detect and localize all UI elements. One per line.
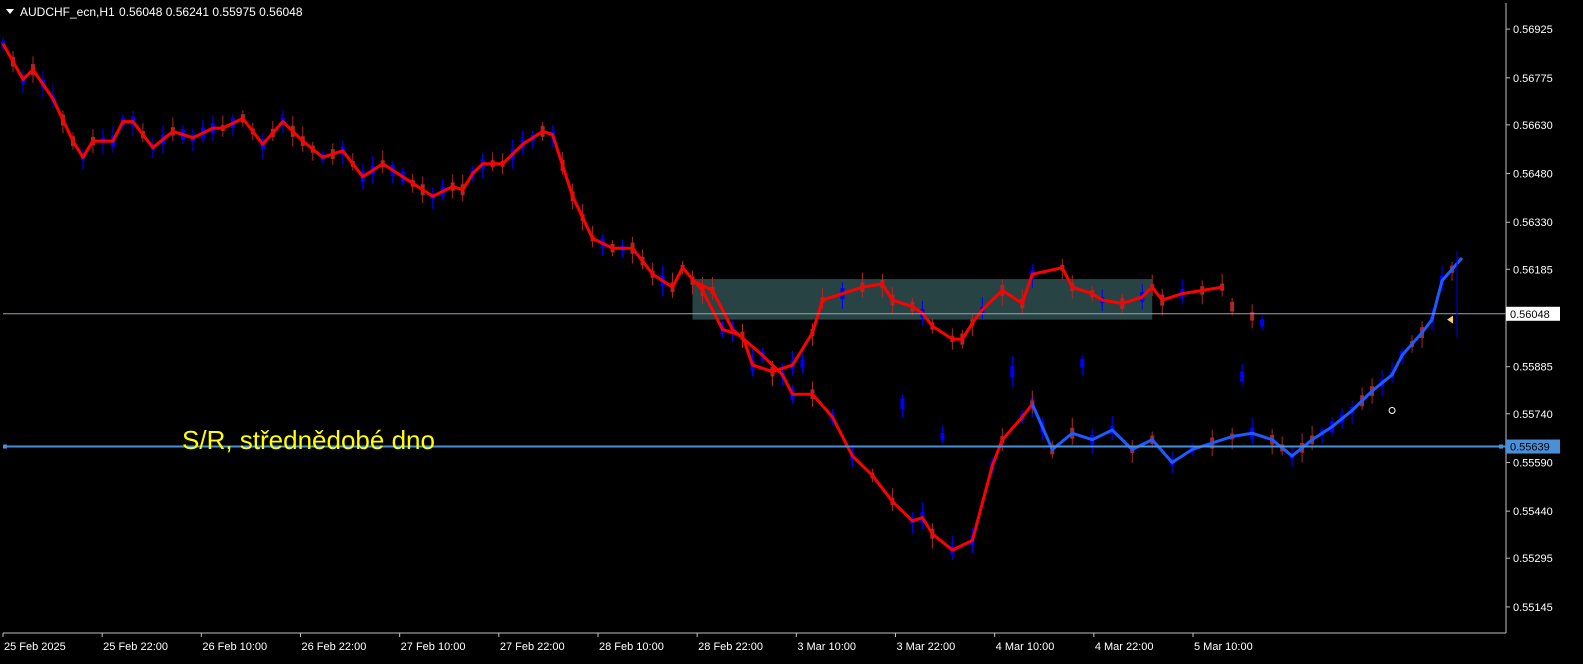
sr-level-label: 0.55639 (1510, 442, 1550, 454)
time-tick-label: 3 Mar 22:00 (897, 641, 956, 653)
price-tick-label: 0.56185 (1513, 264, 1553, 276)
time-tick-label: 25 Feb 2025 (4, 641, 66, 653)
price-tick-label: 0.56775 (1513, 73, 1553, 85)
price-chart[interactable]: 0.56048 0.55639 0.56925 0.56775 0.56630 0.56… (0, 0, 1583, 664)
candle-body (1240, 371, 1245, 382)
time-tick-label: 4 Mar 22:00 (1095, 641, 1154, 653)
sr-level-handle-left (3, 444, 7, 449)
time-tick-label: 25 Feb 22:00 (103, 641, 168, 653)
time-tick-label: 27 Feb 22:00 (500, 641, 565, 653)
chart-window[interactable]: 0.56048 0.55639 0.56925 0.56775 0.56630 0.56… (0, 0, 1583, 664)
chart-background (0, 0, 1583, 664)
sr-annotation-text[interactable]: S/R, střednědobé dno (182, 425, 435, 455)
price-tick-label: 0.55590 (1513, 457, 1553, 469)
price-tick-label: 0.55440 (1513, 506, 1553, 518)
time-tick-label: 28 Feb 10:00 (599, 641, 664, 653)
symbol-label: AUDCHF_ecn,H1 (20, 5, 115, 19)
price-tick-label: 0.55145 (1513, 602, 1553, 614)
price-tick-label: 0.56480 (1513, 169, 1553, 181)
price-tick-label: 0.56630 (1513, 120, 1553, 132)
candle-body (940, 432, 945, 441)
current-price-label: 0.56048 (1510, 309, 1550, 321)
price-tick-label: 0.56330 (1513, 217, 1553, 229)
price-tick-label: 0.56925 (1513, 24, 1553, 36)
ohlc-values: 0.56048 0.56241 0.55975 0.56048 (119, 5, 303, 19)
candle-body (800, 359, 805, 368)
price-tick-label: 0.55885 (1513, 362, 1553, 374)
time-tick-label: 27 Feb 10:00 (401, 641, 466, 653)
time-tick-label: 26 Feb 10:00 (202, 641, 267, 653)
time-tick-label: 5 Mar 10:00 (1194, 641, 1253, 653)
price-tick-label: 0.55295 (1513, 553, 1553, 565)
candle-body (900, 398, 905, 410)
candle-body (1260, 319, 1265, 327)
sr-level-handle-right (1499, 444, 1503, 449)
price-tick-label: 0.55740 (1513, 409, 1553, 421)
time-tick-label: 28 Feb 22:00 (698, 641, 763, 653)
candle-body (1230, 301, 1235, 312)
candle-body (1010, 366, 1015, 378)
time-tick-label: 3 Mar 10:00 (797, 641, 856, 653)
time-tick-label: 26 Feb 22:00 (302, 641, 367, 653)
time-tick-label: 4 Mar 10:00 (996, 641, 1055, 653)
candle-body (1080, 359, 1085, 368)
